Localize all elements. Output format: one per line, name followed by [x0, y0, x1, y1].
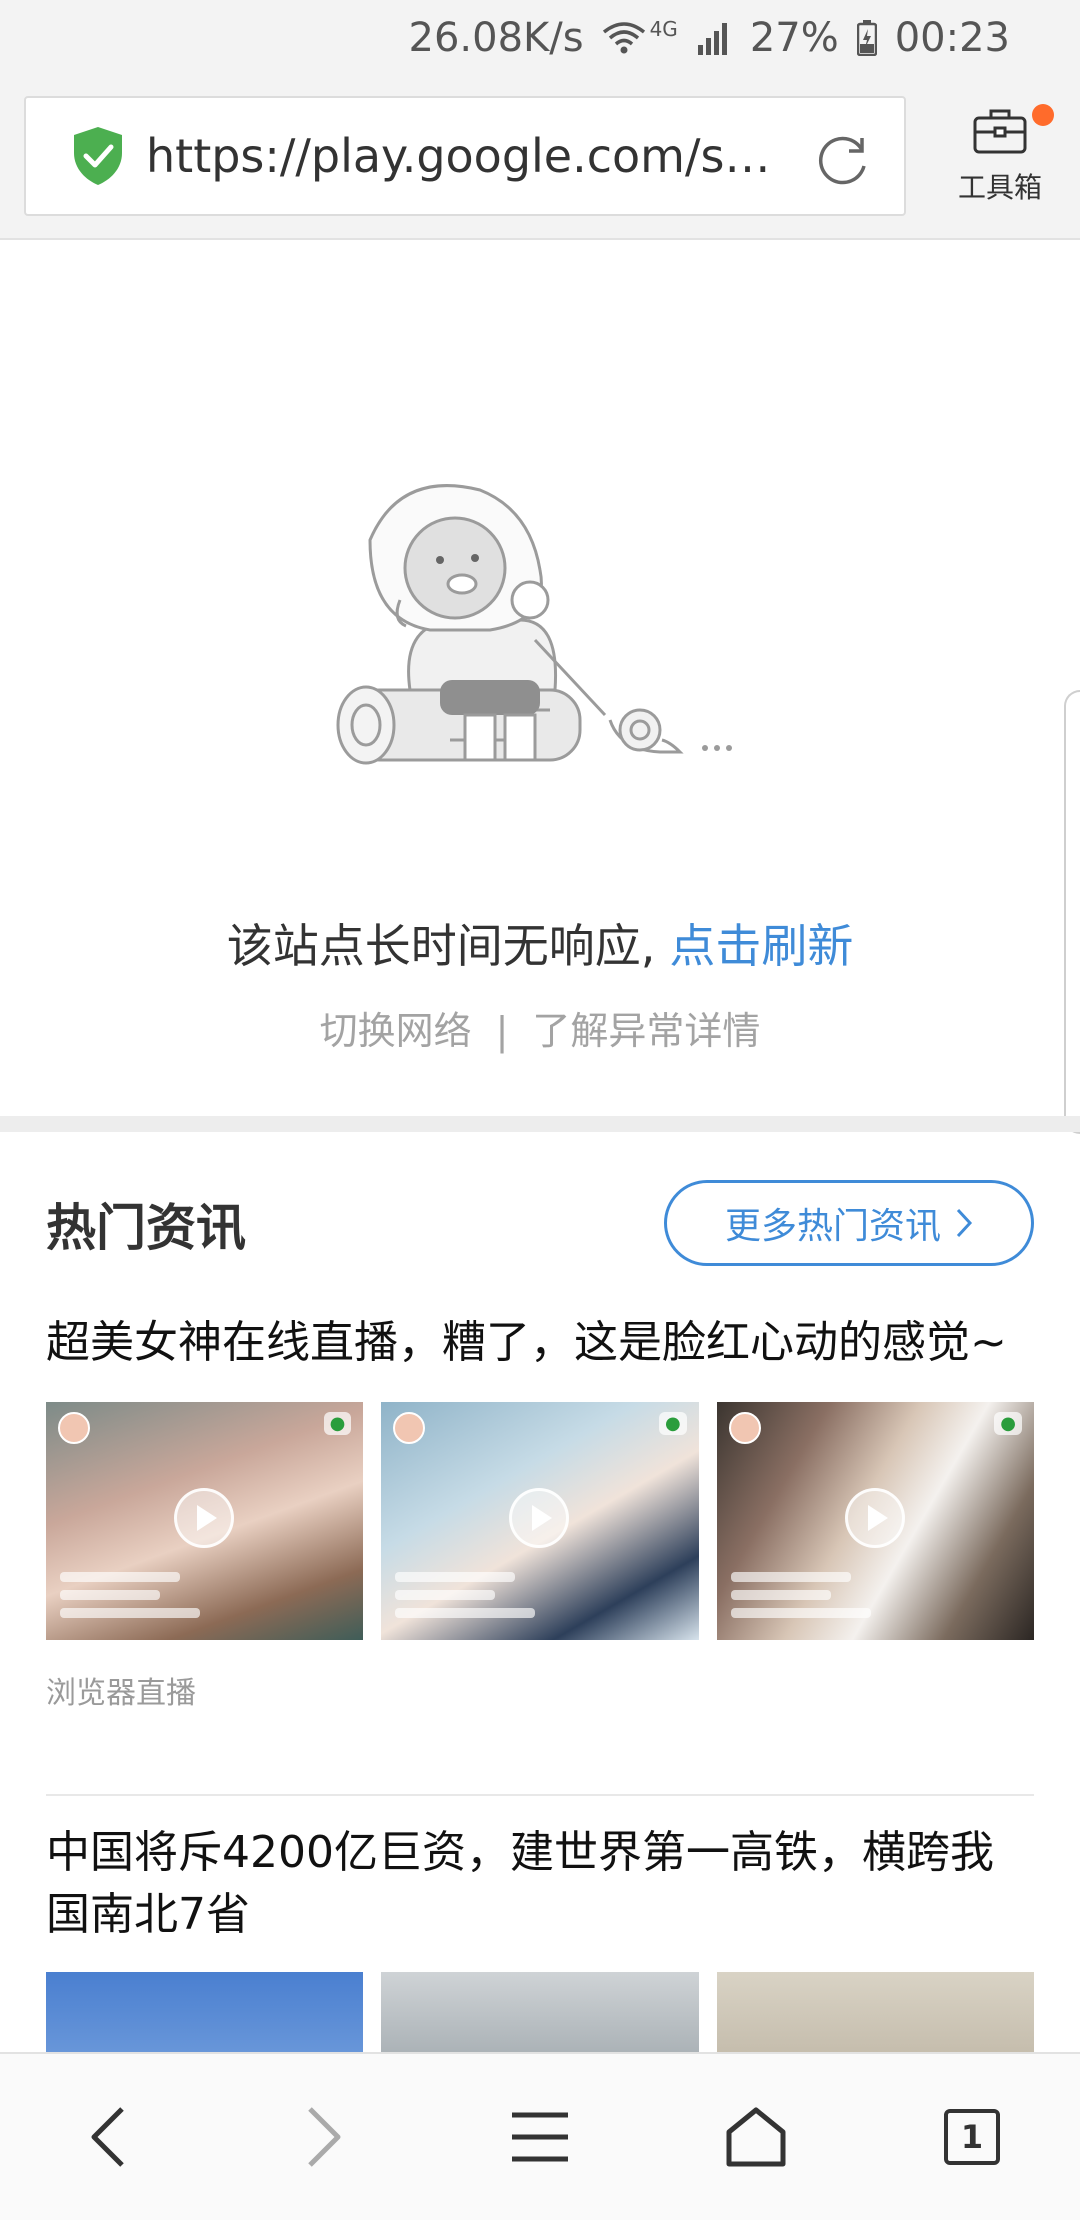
tab-count: 1: [944, 2109, 1000, 2165]
signal-icon: [696, 21, 732, 55]
avatar: [58, 1412, 90, 1444]
network-type: 4G: [649, 17, 678, 41]
back-button[interactable]: [48, 2077, 168, 2197]
refresh-link[interactable]: 点击刷新: [669, 919, 853, 973]
error-page: 该站点长时间无响应, 点击刷新 切换网络 | 了解异常详情: [0, 240, 1080, 1116]
avatar: [393, 1412, 426, 1444]
more-news-button[interactable]: 更多热门资讯: [664, 1180, 1034, 1266]
browser-toolbar: https://play.google.com/sto... 工具箱: [0, 76, 1080, 240]
wifi-icon: [602, 20, 646, 56]
reload-icon[interactable]: [814, 128, 874, 188]
menu-icon: [512, 2112, 568, 2162]
section-divider: [0, 1116, 1080, 1132]
live-thumbnail[interactable]: ●: [46, 1402, 364, 1640]
live-thumbnail[interactable]: ●: [381, 1402, 699, 1640]
live-badge: ●: [658, 1412, 687, 1435]
more-news-label: 更多热门资讯: [724, 1206, 941, 1247]
bottom-navigation: 1: [0, 2052, 1080, 2220]
error-illustration: [336, 484, 732, 765]
news-article[interactable]: 超美女神在线直播，糟了，这是脸红心动的感觉~ ● ● ● 浏览器直播: [46, 1312, 1034, 1712]
side-drawer-handle[interactable]: [1064, 690, 1080, 1134]
switch-network-link[interactable]: 切换网络: [320, 1009, 472, 1053]
network-speed: 26.08K/s: [408, 15, 584, 61]
error-sub-links: 切换网络 | 了解异常详情: [0, 1000, 1080, 1055]
play-icon[interactable]: [174, 1488, 234, 1548]
clock: 00:23: [894, 15, 1010, 61]
error-message-line: 该站点长时间无响应, 点击刷新: [0, 910, 1080, 976]
address-bar[interactable]: https://play.google.com/sto...: [24, 96, 906, 216]
chevron-right-icon: [956, 1208, 973, 1238]
live-badge: ●: [323, 1412, 352, 1435]
forward-button[interactable]: [264, 2077, 384, 2197]
battery-percent: 27%: [749, 15, 839, 61]
article-title[interactable]: 超美女神在线直播，糟了，这是脸红心动的感觉~: [46, 1312, 1034, 1374]
article-divider: [46, 1794, 1034, 1796]
article-title[interactable]: 中国将斥4200亿巨资，建世界第一高铁，横跨我国南北7省: [46, 1822, 1034, 1946]
home-button[interactable]: [696, 2077, 816, 2197]
error-details-link[interactable]: 了解异常详情: [532, 1009, 760, 1053]
shield-icon: [74, 127, 122, 185]
forward-icon: [308, 2107, 341, 2167]
live-thumbnail[interactable]: ●: [716, 1402, 1034, 1640]
home-icon: [726, 2107, 786, 2167]
toolbox-button[interactable]: 工具箱: [940, 104, 1060, 226]
live-badge: ●: [994, 1412, 1022, 1435]
toolbox-label: 工具箱: [957, 171, 1042, 204]
hot-news-header: 热门资讯 更多热门资讯: [0, 1132, 1080, 1312]
article-source: 浏览器直播: [46, 1676, 196, 1711]
play-icon[interactable]: [509, 1488, 570, 1548]
notification-dot: [1032, 104, 1054, 126]
error-message: 该站点长时间无响应,: [226, 919, 656, 973]
menu-button[interactable]: [480, 2077, 600, 2197]
article-thumbnails: ● ● ●: [46, 1402, 1034, 1640]
section-title: 热门资讯: [46, 1199, 246, 1257]
avatar: [728, 1412, 761, 1444]
status-bar: 26.08K/s 4G 27% 00:23: [0, 0, 1080, 76]
battery-icon: [856, 20, 877, 56]
play-icon[interactable]: [844, 1488, 905, 1548]
link-separator: |: [495, 1009, 509, 1053]
toolbox-icon: [973, 109, 1027, 154]
tabs-button[interactable]: 1: [912, 2077, 1032, 2197]
url-text[interactable]: https://play.google.com/sto...: [146, 129, 786, 183]
back-icon: [91, 2107, 124, 2167]
